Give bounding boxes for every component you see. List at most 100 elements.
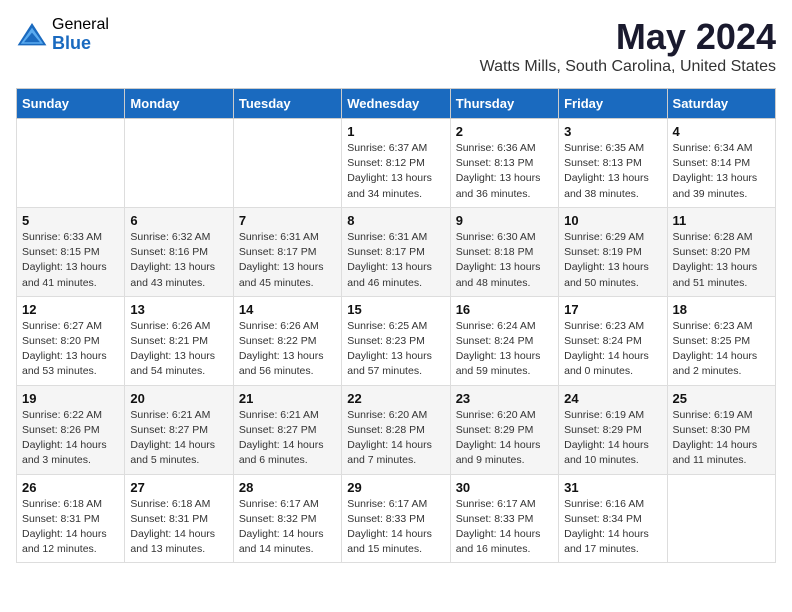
calendar-cell: 22 Sunrise: 6:20 AM Sunset: 8:28 PM Dayli…: [342, 385, 450, 474]
day-info: Sunrise: 6:19 AM Sunset: 8:30 PM Dayligh…: [673, 408, 770, 469]
calendar-cell: 15Sunrise: 6:25 AM Sunset: 8:23 PM Dayli…: [342, 296, 450, 385]
day-info: Sunrise: 6:34 AM Sunset: 8:14 PM Dayligh…: [673, 141, 770, 202]
calendar-cell: 27 Sunrise: 6:18 AM Sunset: 8:31 PM Dayli…: [125, 474, 233, 563]
day-info: Sunrise: 6:31 AM Sunset: 8:17 PM Dayligh…: [347, 230, 444, 291]
day-number: 14: [239, 302, 336, 317]
page-header: General Blue May 2024 Watts Mills, South…: [16, 16, 776, 76]
day-info: Sunrise: 6:31 AM Sunset: 8:17 PM Dayligh…: [239, 230, 336, 291]
day-info: Sunrise: 6:26 AM Sunset: 8:22 PM Dayligh…: [239, 319, 336, 380]
day-number: 15: [347, 302, 444, 317]
subtitle: Watts Mills, South Carolina, United Stat…: [480, 58, 776, 76]
calendar-cell: 16Sunrise: 6:24 AM Sunset: 8:24 PM Dayli…: [450, 296, 558, 385]
calendar-cell: 1Sunrise: 6:37 AM Sunset: 8:12 PM Daylig…: [342, 119, 450, 208]
day-info: Sunrise: 6:21 AM Sunset: 8:27 PM Dayligh…: [239, 408, 336, 469]
calendar-cell: 25 Sunrise: 6:19 AM Sunset: 8:30 PM Dayli…: [667, 385, 775, 474]
day-number: 27: [130, 480, 227, 495]
day-number: 8: [347, 213, 444, 228]
day-number: 29: [347, 480, 444, 495]
calendar-cell: 9 Sunrise: 6:30 AM Sunset: 8:18 PM Daylig…: [450, 207, 558, 296]
logo: General Blue: [16, 16, 109, 53]
day-info: Sunrise: 6:35 AM Sunset: 8:13 PM Dayligh…: [564, 141, 661, 202]
day-number: 9: [456, 213, 553, 228]
calendar-cell: 28 Sunrise: 6:17 AM Sunset: 8:32 PM Dayli…: [233, 474, 341, 563]
calendar-cell: 17 Sunrise: 6:23 AM Sunset: 8:24 PM Dayli…: [559, 296, 667, 385]
day-info: Sunrise: 6:23 AM Sunset: 8:25 PM Dayligh…: [673, 319, 770, 380]
day-number: 13: [130, 302, 227, 317]
logo-blue: Blue: [52, 34, 109, 54]
day-number: 3: [564, 124, 661, 139]
week-row-2: 5 Sunrise: 6:33 AM Sunset: 8:15 PM Daylig…: [17, 207, 776, 296]
calendar-cell: 12 Sunrise: 6:27 AM Sunset: 8:20 PM Dayli…: [17, 296, 125, 385]
calendar-cell: 26Sunrise: 6:18 AM Sunset: 8:31 PM Dayli…: [17, 474, 125, 563]
day-info: Sunrise: 6:17 AM Sunset: 8:33 PM Dayligh…: [347, 497, 444, 558]
col-header-saturday: Saturday: [667, 89, 775, 119]
col-header-wednesday: Wednesday: [342, 89, 450, 119]
logo-text: General Blue: [52, 16, 109, 53]
day-info: Sunrise: 6:23 AM Sunset: 8:24 PM Dayligh…: [564, 319, 661, 380]
day-info: Sunrise: 6:18 AM Sunset: 8:31 PM Dayligh…: [22, 497, 119, 558]
calendar-cell: 20 Sunrise: 6:21 AM Sunset: 8:27 PM Dayli…: [125, 385, 233, 474]
day-number: 11: [673, 213, 770, 228]
day-number: 1: [347, 124, 444, 139]
day-number: 20: [130, 391, 227, 406]
day-number: 22: [347, 391, 444, 406]
calendar-cell: 30 Sunrise: 6:17 AM Sunset: 8:33 PM Dayli…: [450, 474, 558, 563]
col-header-thursday: Thursday: [450, 89, 558, 119]
day-number: 30: [456, 480, 553, 495]
day-info: Sunrise: 6:19 AM Sunset: 8:29 PM Dayligh…: [564, 408, 661, 469]
day-info: Sunrise: 6:32 AM Sunset: 8:16 PM Dayligh…: [130, 230, 227, 291]
day-number: 17: [564, 302, 661, 317]
calendar-cell: 13 Sunrise: 6:26 AM Sunset: 8:21 PM Dayli…: [125, 296, 233, 385]
calendar-cell: 11Sunrise: 6:28 AM Sunset: 8:20 PM Dayli…: [667, 207, 775, 296]
day-number: 31: [564, 480, 661, 495]
day-number: 28: [239, 480, 336, 495]
day-info: Sunrise: 6:18 AM Sunset: 8:31 PM Dayligh…: [130, 497, 227, 558]
day-info: Sunrise: 6:27 AM Sunset: 8:20 PM Dayligh…: [22, 319, 119, 380]
calendar-cell: [125, 119, 233, 208]
day-number: 4: [673, 124, 770, 139]
logo-icon: [16, 21, 48, 49]
day-number: 5: [22, 213, 119, 228]
calendar-cell: [667, 474, 775, 563]
day-info: Sunrise: 6:29 AM Sunset: 8:19 PM Dayligh…: [564, 230, 661, 291]
col-header-sunday: Sunday: [17, 89, 125, 119]
calendar-table: SundayMondayTuesdayWednesdayThursdayFrid…: [16, 88, 776, 563]
calendar-cell: 4 Sunrise: 6:34 AM Sunset: 8:14 PM Daylig…: [667, 119, 775, 208]
day-info: Sunrise: 6:17 AM Sunset: 8:33 PM Dayligh…: [456, 497, 553, 558]
day-number: 2: [456, 124, 553, 139]
calendar-cell: 5 Sunrise: 6:33 AM Sunset: 8:15 PM Daylig…: [17, 207, 125, 296]
day-info: Sunrise: 6:17 AM Sunset: 8:32 PM Dayligh…: [239, 497, 336, 558]
logo-general: General: [52, 16, 109, 34]
day-info: Sunrise: 6:21 AM Sunset: 8:27 PM Dayligh…: [130, 408, 227, 469]
day-number: 25: [673, 391, 770, 406]
calendar-cell: 21 Sunrise: 6:21 AM Sunset: 8:27 PM Dayli…: [233, 385, 341, 474]
day-info: Sunrise: 6:22 AM Sunset: 8:26 PM Dayligh…: [22, 408, 119, 469]
day-info: Sunrise: 6:33 AM Sunset: 8:15 PM Dayligh…: [22, 230, 119, 291]
header-row: SundayMondayTuesdayWednesdayThursdayFrid…: [17, 89, 776, 119]
day-number: 21: [239, 391, 336, 406]
day-info: Sunrise: 6:24 AM Sunset: 8:24 PM Dayligh…: [456, 319, 553, 380]
col-header-monday: Monday: [125, 89, 233, 119]
calendar-cell: 3 Sunrise: 6:35 AM Sunset: 8:13 PM Daylig…: [559, 119, 667, 208]
col-header-tuesday: Tuesday: [233, 89, 341, 119]
calendar-cell: 18Sunrise: 6:23 AM Sunset: 8:25 PM Dayli…: [667, 296, 775, 385]
day-number: 10: [564, 213, 661, 228]
calendar-cell: [233, 119, 341, 208]
calendar-cell: 23 Sunrise: 6:20 AM Sunset: 8:29 PM Dayli…: [450, 385, 558, 474]
day-number: 19: [22, 391, 119, 406]
title-section: May 2024 Watts Mills, South Carolina, Un…: [480, 16, 776, 76]
week-row-4: 19 Sunrise: 6:22 AM Sunset: 8:26 PM Dayli…: [17, 385, 776, 474]
week-row-1: 1Sunrise: 6:37 AM Sunset: 8:12 PM Daylig…: [17, 119, 776, 208]
day-number: 12: [22, 302, 119, 317]
day-number: 23: [456, 391, 553, 406]
calendar-cell: 24Sunrise: 6:19 AM Sunset: 8:29 PM Dayli…: [559, 385, 667, 474]
day-number: 7: [239, 213, 336, 228]
calendar-cell: 8 Sunrise: 6:31 AM Sunset: 8:17 PM Daylig…: [342, 207, 450, 296]
day-info: Sunrise: 6:30 AM Sunset: 8:18 PM Dayligh…: [456, 230, 553, 291]
day-info: Sunrise: 6:26 AM Sunset: 8:21 PM Dayligh…: [130, 319, 227, 380]
calendar-cell: 7 Sunrise: 6:31 AM Sunset: 8:17 PM Daylig…: [233, 207, 341, 296]
week-row-3: 12 Sunrise: 6:27 AM Sunset: 8:20 PM Dayli…: [17, 296, 776, 385]
day-info: Sunrise: 6:20 AM Sunset: 8:28 PM Dayligh…: [347, 408, 444, 469]
day-info: Sunrise: 6:20 AM Sunset: 8:29 PM Dayligh…: [456, 408, 553, 469]
calendar-cell: [17, 119, 125, 208]
